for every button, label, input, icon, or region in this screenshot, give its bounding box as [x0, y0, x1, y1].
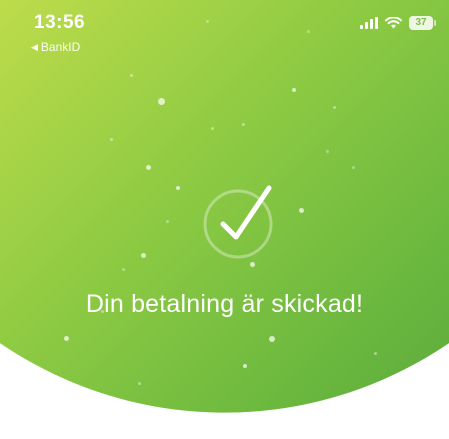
sparkle-dot	[146, 165, 151, 170]
sparkle-dot	[269, 336, 275, 342]
status-bar: 13:56 ◀ BankID 37	[0, 0, 449, 60]
sparkle-dot	[130, 74, 133, 77]
sparkle-dot	[166, 220, 169, 223]
back-to-app-link[interactable]: ◀ BankID	[31, 40, 80, 54]
sparkle-dot	[211, 127, 214, 130]
sparkle-dot	[158, 98, 165, 105]
sparkle-dot	[122, 268, 125, 271]
sparkle-dot	[299, 208, 304, 213]
sparkle-dot	[64, 336, 69, 341]
confirmation-message: Din betalning är skickad!	[85, 290, 364, 318]
sparkle-dot	[110, 138, 113, 141]
sparkle-dot	[141, 253, 146, 258]
clock: 13:56	[34, 12, 86, 33]
checkmark-icon	[203, 185, 273, 259]
cellular-signal-icon	[360, 17, 378, 29]
sparkle-dot	[138, 382, 141, 385]
wifi-icon	[385, 17, 402, 29]
sparkle-dot	[352, 166, 355, 169]
sparkle-dot	[374, 352, 377, 355]
success-check	[195, 178, 287, 270]
status-icons: 37	[360, 16, 436, 30]
sparkle-dot	[242, 123, 245, 126]
payment-confirmation-screen: 13:56 ◀ BankID 37 Din betalning är skick…	[0, 0, 449, 439]
sparkle-dot	[292, 88, 296, 92]
sparkle-dot	[326, 150, 329, 153]
sparkle-dot	[176, 186, 180, 190]
sparkle-dot	[289, 410, 293, 414]
sparkle-dot	[243, 364, 247, 368]
battery-icon: 37	[409, 16, 436, 30]
back-app-label: BankID	[40, 40, 81, 54]
sparkle-dot	[333, 106, 336, 109]
back-arrow-icon: ◀	[31, 41, 38, 52]
